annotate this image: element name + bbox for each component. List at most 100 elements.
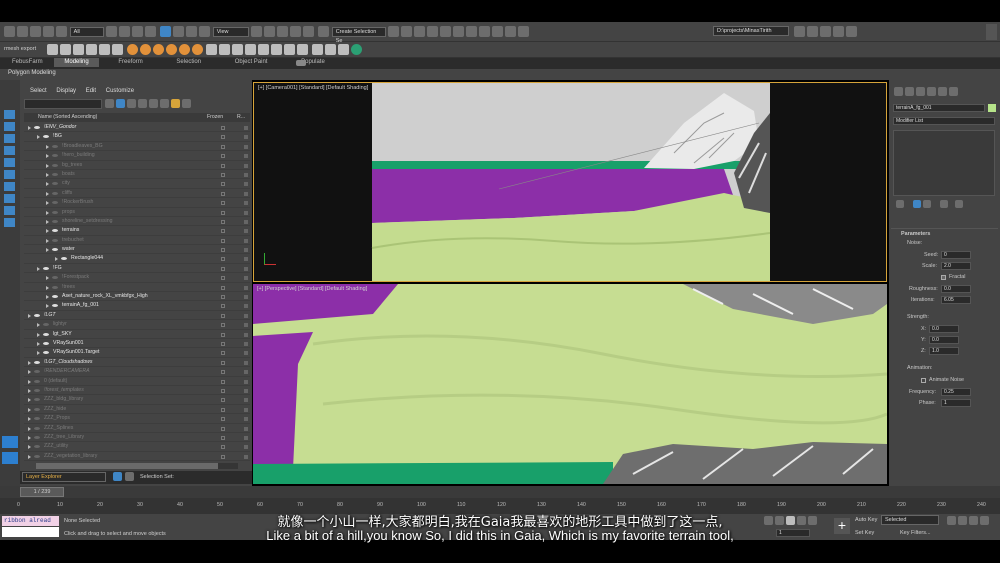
teapot-icon[interactable] <box>47 44 58 55</box>
align-icon[interactable] <box>401 26 413 37</box>
configure-sets-icon[interactable] <box>955 200 963 208</box>
visibility-eye-icon[interactable] <box>43 266 49 270</box>
explorer-row[interactable]: ZZZ_hide <box>24 405 250 415</box>
object-color-swatch[interactable] <box>988 104 996 112</box>
visibility-eye-icon[interactable] <box>43 341 49 345</box>
visibility-eye-icon[interactable] <box>52 295 58 299</box>
visibility-eye-icon[interactable] <box>52 163 58 167</box>
renderable-toggle-icon[interactable] <box>244 360 248 365</box>
col-name[interactable]: Name (Sorted Ascending) <box>38 113 97 122</box>
angle-snap-icon[interactable] <box>277 26 289 37</box>
expand-arrow-icon[interactable] <box>46 276 49 281</box>
renderable-toggle-icon[interactable] <box>244 407 248 412</box>
perspective-viewport[interactable]: [+] [Perspective] [Standard] [Default Sh… <box>253 284 887 484</box>
expand-arrow-icon[interactable] <box>37 135 40 140</box>
cloud-icon[interactable] <box>99 44 110 55</box>
renderable-toggle-icon[interactable] <box>244 266 248 271</box>
vray-fur-icon[interactable] <box>219 44 231 55</box>
frozen-toggle-icon[interactable] <box>221 379 225 384</box>
mesh-light-icon[interactable] <box>178 44 190 55</box>
y-input[interactable]: 0.0 <box>929 336 959 344</box>
frozen-toggle-icon[interactable] <box>221 435 225 440</box>
visibility-eye-icon[interactable] <box>52 304 58 308</box>
folder-open-icon[interactable] <box>820 26 831 37</box>
expand-arrow-icon[interactable] <box>28 379 31 384</box>
expand-arrow-icon[interactable] <box>28 435 31 440</box>
object-name-field[interactable]: terrainA_fg_001 <box>893 104 985 112</box>
workspace-side-button[interactable] <box>986 24 997 40</box>
project-icon[interactable] <box>794 26 805 37</box>
renderable-toggle-icon[interactable] <box>244 435 248 440</box>
expand-arrow-icon[interactable] <box>46 191 49 196</box>
schematic-icon[interactable] <box>453 26 465 37</box>
sphere-light-icon[interactable] <box>139 44 151 55</box>
frozen-toggle-icon[interactable] <box>221 201 225 206</box>
explorer-row[interactable]: lgt_SKY <box>24 330 250 339</box>
camera-icon[interactable] <box>73 44 84 55</box>
expand-arrow-icon[interactable] <box>28 370 31 375</box>
ies-light-icon[interactable] <box>191 44 203 55</box>
renderable-toggle-icon[interactable] <box>244 295 248 300</box>
renderable-toggle-icon[interactable] <box>244 172 248 177</box>
params-title[interactable]: Parameters <box>901 231 930 237</box>
frozen-toggle-icon[interactable] <box>221 285 225 290</box>
frozen-toggle-icon[interactable] <box>221 398 225 403</box>
frozen-toggle-icon[interactable] <box>221 210 225 215</box>
frozen-toggle-icon[interactable] <box>221 295 225 300</box>
explorer-row[interactable]: ZZZ_Splines <box>24 424 250 433</box>
explorer-row[interactable]: Aset_nature_rock_XL_vmkbfgx_High <box>24 292 250 302</box>
settings-icon[interactable] <box>112 44 123 55</box>
explorer-row[interactable]: !LGT_Cloudshadows <box>24 358 250 368</box>
x-input[interactable]: 0.0 <box>929 325 959 333</box>
explorer-mode-icons[interactable] <box>2 436 18 466</box>
scale-icon[interactable] <box>186 26 198 37</box>
expand-arrow-icon[interactable] <box>46 304 49 309</box>
expand-arrow-icon[interactable] <box>46 295 49 300</box>
expand-arrow-icon[interactable] <box>46 172 49 177</box>
frozen-toggle-icon[interactable] <box>221 332 225 337</box>
expand-arrow-icon[interactable] <box>37 341 40 346</box>
unlink-icon[interactable] <box>43 26 54 37</box>
visibility-eye-icon[interactable] <box>34 126 40 129</box>
show-end-result-icon[interactable] <box>913 200 921 208</box>
utilities-tab-icon[interactable] <box>949 87 958 96</box>
pivot-icon[interactable] <box>251 26 263 37</box>
expand-arrow-icon[interactable] <box>46 182 49 187</box>
polygon-modeling-label[interactable]: Polygon Modeling <box>8 70 56 76</box>
vray-scatter-icon[interactable] <box>297 44 309 55</box>
explorer-row[interactable]: city <box>24 179 250 189</box>
renderable-toggle-icon[interactable] <box>244 388 248 393</box>
explorer-row[interactable]: ZZZ_vegetation_library <box>24 452 250 462</box>
render-active-icon[interactable] <box>518 26 530 37</box>
explorer-row[interactable]: ZZZ_utility <box>24 442 250 452</box>
renderable-toggle-icon[interactable] <box>244 182 248 187</box>
frozen-toggle-icon[interactable] <box>221 304 225 309</box>
clear-search-icon[interactable] <box>105 99 114 108</box>
renderable-toggle-icon[interactable] <box>244 341 248 346</box>
visibility-eye-icon[interactable] <box>43 351 49 355</box>
palette-icon[interactable] <box>325 44 337 55</box>
renderable-toggle-icon[interactable] <box>244 351 248 356</box>
perspective-viewport-label[interactable]: [+] [Perspective] [Standard] [Default Sh… <box>257 286 367 292</box>
explorer-row[interactable]: !FG <box>24 264 250 274</box>
sun-icon[interactable] <box>152 44 164 55</box>
col-frozen[interactable]: Frozen <box>207 113 223 122</box>
layer-options-icon[interactable] <box>182 99 191 108</box>
expand-arrow-icon[interactable] <box>46 144 49 149</box>
edit-named-sets-icon[interactable] <box>318 26 330 37</box>
explorer-row[interactable]: !RENDERCAMERA <box>24 367 250 377</box>
save-icon[interactable] <box>833 26 844 37</box>
expand-arrow-icon[interactable] <box>46 201 49 206</box>
create-tab-icon[interactable] <box>894 87 903 96</box>
hierarchy-tab-icon[interactable] <box>916 87 925 96</box>
visibility-eye-icon[interactable] <box>52 210 58 214</box>
frozen-toggle-icon[interactable] <box>221 154 225 159</box>
remove-modifier-icon[interactable] <box>940 200 948 208</box>
explorer-scrollbar[interactable] <box>36 463 238 469</box>
renderable-toggle-icon[interactable] <box>244 126 248 130</box>
visibility-eye-icon[interactable] <box>52 276 58 280</box>
filter-icon[interactable] <box>116 99 125 108</box>
layer-color-icon[interactable] <box>171 99 180 108</box>
menu-edit[interactable]: Edit <box>86 88 96 94</box>
visibility-eye-icon[interactable] <box>34 360 40 364</box>
